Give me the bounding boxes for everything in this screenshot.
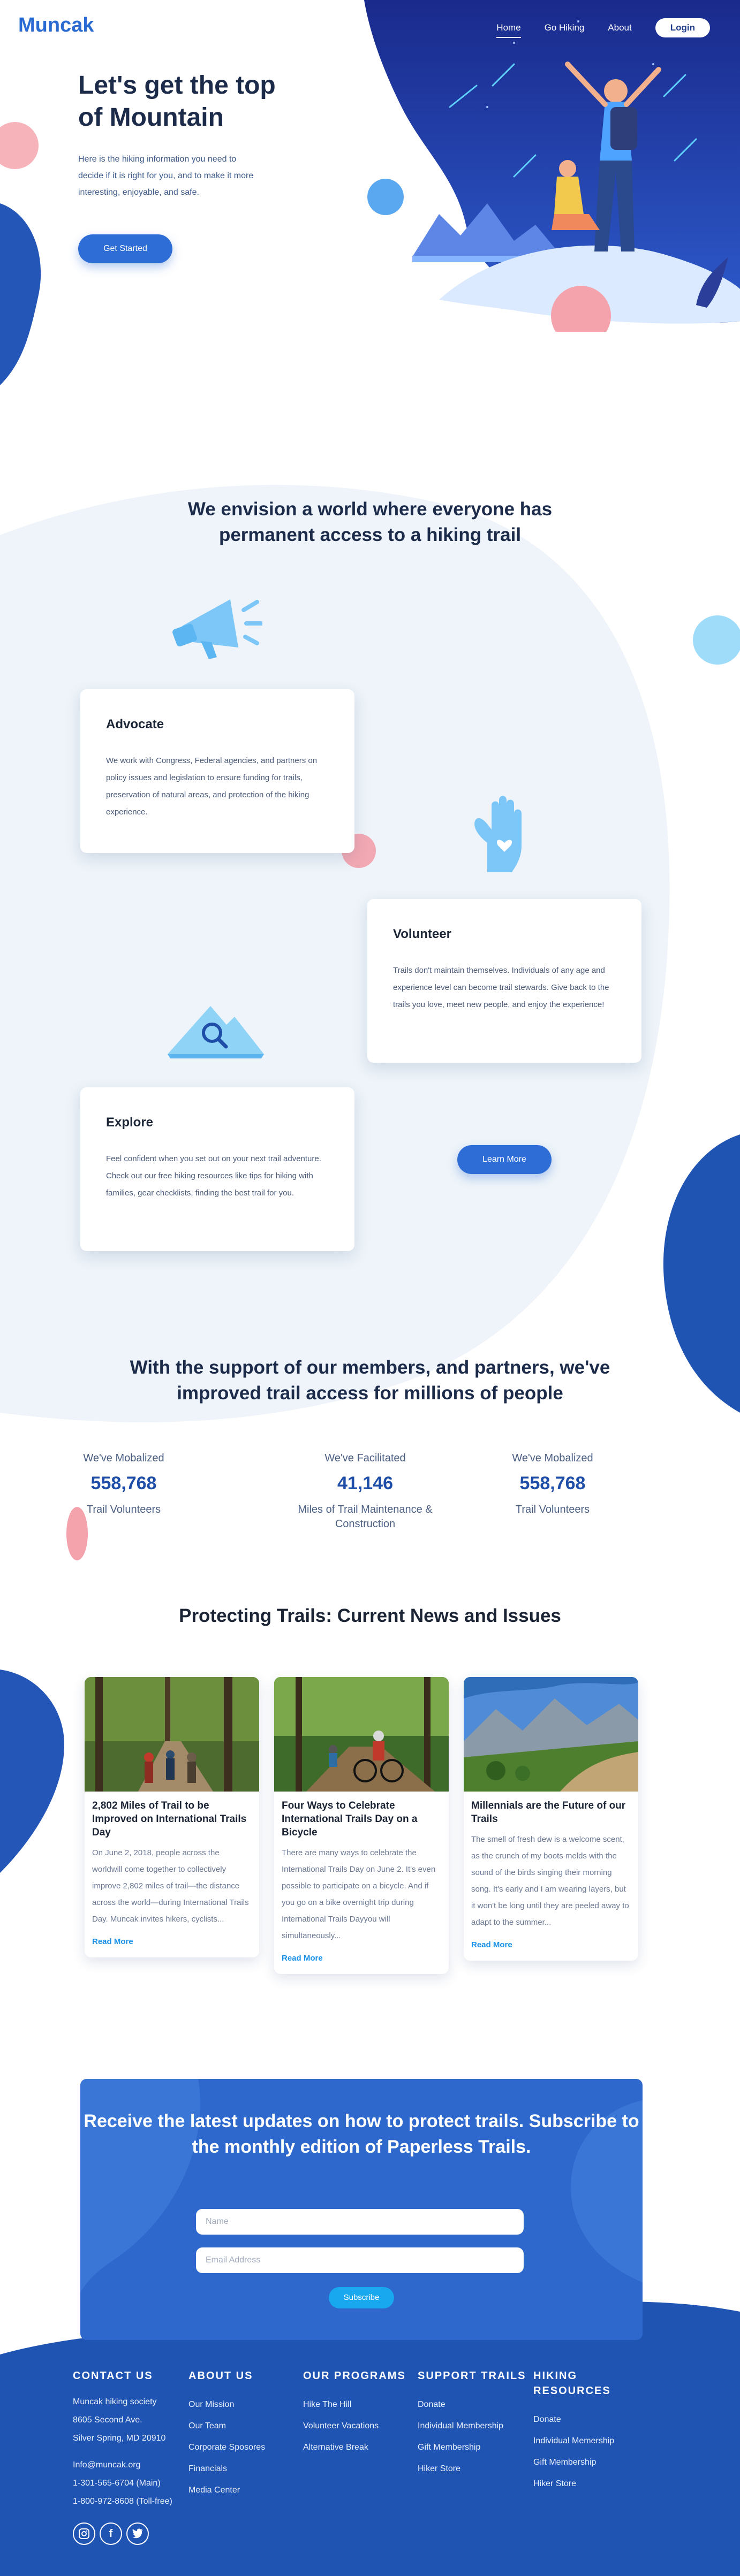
stat-pre: We've Facilitated xyxy=(324,1452,406,1464)
footer-link[interactable]: Our Mission xyxy=(188,2394,296,2415)
main-nav: Home Go Hiking About Login xyxy=(496,18,710,38)
contact-phone-main[interactable]: 1-301-565-6704 (Main) xyxy=(73,2474,180,2493)
twitter-icon[interactable] xyxy=(126,2522,149,2545)
news-left-blob xyxy=(0,1670,64,1873)
contact-title: CONTACT US xyxy=(73,2370,153,2382)
footer-link[interactable]: Individual Membership xyxy=(418,2415,530,2437)
footer-link[interactable]: Financials xyxy=(188,2458,296,2480)
footer-link[interactable]: Our Team xyxy=(188,2415,296,2437)
volunteer-title: Volunteer xyxy=(393,927,451,941)
hero-left-blob xyxy=(0,203,41,385)
advocate-card: Advocate We work with Congress, Federal … xyxy=(80,689,354,853)
cyan-circle xyxy=(693,615,740,665)
nav-go-hiking[interactable]: Go Hiking xyxy=(545,22,585,33)
news-title: Protecting Trails: Current News and Issu… xyxy=(179,1605,561,1626)
about-title: ABOUT US xyxy=(188,2370,253,2382)
stat-post: Miles of Trail Maintenance & Constructio… xyxy=(298,1504,433,1530)
footer-link[interactable]: Individual Memership xyxy=(533,2430,630,2452)
get-started-button[interactable]: Get Started xyxy=(78,234,172,263)
stat-volunteers-2: We've Mobalized 558,768 Trail Volunteers xyxy=(472,1452,633,1517)
stat-volunteers: We've Mobalized 558,768 Trail Volunteers xyxy=(43,1452,204,1517)
news-image-mountains xyxy=(464,1677,638,1792)
read-more-link[interactable]: Read More xyxy=(92,1937,133,1946)
footer-link[interactable]: Alternative Break xyxy=(303,2437,410,2458)
subscribe-button[interactable]: Subscribe xyxy=(329,2287,394,2308)
footer-link[interactable]: Gift Membership xyxy=(418,2437,530,2458)
footer-link[interactable]: Gift Membership xyxy=(533,2452,630,2473)
subscribe-title: Receive the latest updates on how to pro… xyxy=(84,2111,639,2157)
brand-logo[interactable]: Muncak xyxy=(18,14,94,37)
news-card[interactable]: Millennials are the Future of our Trails… xyxy=(464,1677,638,1961)
support-trails-title: SUPPORT TRAILS xyxy=(418,2370,526,2382)
vision-title: We envision a world where everyone has p… xyxy=(187,499,553,545)
heart-hand-icon xyxy=(474,796,522,872)
news-card[interactable]: Four Ways to Celebrate International Tra… xyxy=(274,1677,449,1974)
hero-title: Let's get the top of Mountain xyxy=(78,71,276,132)
footer-link[interactable]: Donate xyxy=(418,2394,530,2415)
contact-email[interactable]: Info@muncak.org xyxy=(73,2456,180,2474)
stat-value: 41,146 xyxy=(337,1473,393,1493)
support-title: With the support of our members, and par… xyxy=(130,1357,610,1404)
name-input[interactable] xyxy=(196,2209,524,2235)
footer-programs: OUR PROGRAMS Hike The Hill Volunteer Vac… xyxy=(303,2368,410,2458)
stat-miles: We've Facilitated 41,146 Miles of Trail … xyxy=(285,1452,445,1531)
footer-link[interactable]: Hike The Hill xyxy=(303,2394,410,2415)
news-title-3: Millennials are the Future of our Trails xyxy=(471,1800,626,1825)
login-button[interactable]: Login xyxy=(655,18,710,37)
nav-about[interactable]: About xyxy=(608,22,631,33)
news-card[interactable]: 2,802 Miles of Trail to be Improved on I… xyxy=(85,1677,259,1957)
news-image-hikers xyxy=(85,1677,259,1792)
footer-hiking-resources: HIKING RESOURCES Donate Individual Memer… xyxy=(533,2368,630,2495)
email-input[interactable] xyxy=(196,2247,524,2273)
instagram-icon[interactable] xyxy=(73,2522,95,2545)
news-image-bicycle xyxy=(274,1677,449,1792)
contact-line: Muncak hiking society xyxy=(73,2397,157,2406)
stat-value: 558,768 xyxy=(519,1473,586,1493)
footer-support-trails: SUPPORT TRAILS Donate Individual Members… xyxy=(418,2368,530,2480)
footer-link[interactable]: Volunteer Vacations xyxy=(303,2415,410,2437)
footer-contact: CONTACT US Muncak hiking society 8605 Se… xyxy=(73,2368,180,2545)
facebook-icon[interactable]: f xyxy=(100,2522,122,2545)
footer-link[interactable]: Hiker Store xyxy=(418,2458,530,2480)
news-excerpt-2: There are many ways to celebrate the Int… xyxy=(282,1848,436,1940)
nav-home[interactable]: Home xyxy=(496,22,522,38)
read-more-link[interactable]: Read More xyxy=(471,1940,512,1949)
read-more-link[interactable]: Read More xyxy=(282,1954,323,1963)
explore-card: Explore Feel confident when you set out … xyxy=(80,1087,354,1251)
hiking-resources-title: HIKING RESOURCES xyxy=(533,2370,611,2397)
programs-title: OUR PROGRAMS xyxy=(303,2370,406,2382)
news-title-1: 2,802 Miles of Trail to be Improved on I… xyxy=(92,1800,247,1838)
megaphone-icon xyxy=(172,599,262,659)
stat-pre: We've Mobalized xyxy=(83,1452,164,1464)
explore-title: Explore xyxy=(106,1115,154,1130)
footer-link[interactable]: Corporate Sposores xyxy=(188,2437,296,2458)
stat-post: Trail Volunteers xyxy=(515,1504,590,1515)
learn-more-button[interactable]: Learn More xyxy=(457,1145,552,1174)
right-blue-blob xyxy=(663,1134,740,1413)
stat-value: 558,768 xyxy=(90,1473,157,1493)
footer-link[interactable]: Media Center xyxy=(188,2480,296,2501)
pink-circle xyxy=(0,122,39,169)
advocate-text: We work with Congress, Federal agencies,… xyxy=(106,756,318,817)
footer-link[interactable]: Hiker Store xyxy=(533,2473,630,2495)
stat-pre: We've Mobalized xyxy=(512,1452,593,1464)
hero-subtitle: Here is the hiking information you need … xyxy=(78,155,254,197)
stat-post: Trail Volunteers xyxy=(86,1504,161,1515)
advocate-title: Advocate xyxy=(106,717,164,731)
footer-link[interactable]: Donate xyxy=(533,2409,630,2430)
contact-line: 8605 Second Ave. xyxy=(73,2415,142,2425)
explore-text: Feel confident when you set out on your … xyxy=(106,1154,321,1198)
volunteer-text: Trails don't maintain themselves. Indivi… xyxy=(393,966,609,1009)
contact-phone-tollfree[interactable]: 1-800-972-8608 (Toll-free) xyxy=(73,2493,180,2511)
contact-line: Silver Spring, MD 20910 xyxy=(73,2434,166,2443)
hero-illustration xyxy=(364,0,740,332)
volunteer-card: Volunteer Trails don't maintain themselv… xyxy=(367,899,641,1063)
news-title-2: Four Ways to Celebrate International Tra… xyxy=(282,1800,418,1838)
news-excerpt-3: The smell of fresh dew is a welcome scen… xyxy=(471,1835,629,1927)
news-excerpt-1: On June 2, 2018, people across the world… xyxy=(92,1848,249,1924)
footer-about: ABOUT US Our Mission Our Team Corporate … xyxy=(188,2368,296,2501)
mountain-search-icon xyxy=(168,1006,264,1058)
